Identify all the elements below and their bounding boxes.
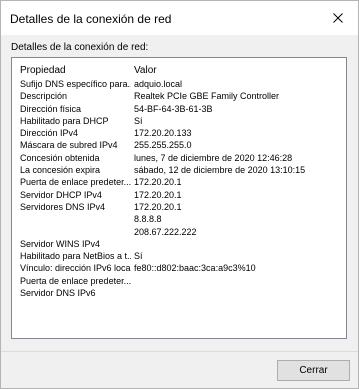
table-row[interactable]: Máscara de subred IPv4 255.255.255.0 xyxy=(12,139,346,151)
table-row[interactable]: Servidores DNS IPv4 172.20.20.1 xyxy=(12,201,346,213)
table-row[interactable]: 208.67.222.222 xyxy=(12,226,346,238)
details-group: Detalles de la conexión de red: Propieda… xyxy=(9,42,348,339)
row-property: Sufijo DNS específico para... xyxy=(20,79,131,89)
network-details-dialog: Detalles de la conexión de red Detalles … xyxy=(0,0,359,389)
close-window-button[interactable] xyxy=(318,1,358,35)
dialog-title: Detalles de la conexión de red xyxy=(10,12,172,26)
column-header-property[interactable]: Propiedad xyxy=(12,65,131,76)
row-value: fe80::d802:baac:3ca:a9c3%10 xyxy=(134,263,256,274)
row-value: 255.255.255.0 xyxy=(134,140,192,151)
table-row[interactable]: Dirección física 54-BF-64-3B-61-3B xyxy=(12,103,346,115)
table-row[interactable]: 8.8.8.8 xyxy=(12,213,346,225)
row-value: Sí xyxy=(134,251,143,262)
row-value: 208.67.222.222 xyxy=(134,226,197,237)
row-property: La concesión expira xyxy=(20,165,101,176)
row-value: adquio.local xyxy=(134,79,183,89)
dialog-footer: Cerrar xyxy=(1,352,358,388)
list-rows: Sufijo DNS específico para... adquio.loca… xyxy=(12,78,346,299)
row-property: Puerta de enlace predeter... xyxy=(20,275,131,286)
row-property: Dirección física xyxy=(20,103,82,114)
row-value: 172.20.20.1 xyxy=(134,189,182,200)
row-property: Vínculo: dirección IPv6 local xyxy=(20,263,131,274)
column-header-value[interactable]: Valor xyxy=(131,65,346,76)
row-property: Descripción xyxy=(20,91,68,102)
row-property: Servidor DNS IPv6 xyxy=(20,288,96,299)
details-group-label: Detalles de la conexión de red: xyxy=(11,42,149,53)
row-property: Puerta de enlace predeter... xyxy=(20,177,131,188)
table-row[interactable]: Vínculo: dirección IPv6 local fe80::d802:… xyxy=(12,262,346,274)
row-property: Concesión obtenida xyxy=(20,152,100,163)
close-button[interactable]: Cerrar xyxy=(277,360,350,381)
list-header: Propiedad Valor xyxy=(12,62,346,78)
row-value: lunes, 7 de diciembre de 2020 12:46:28 xyxy=(134,152,293,163)
table-row[interactable]: Servidor WINS IPv4 xyxy=(12,238,346,250)
row-property: Servidores DNS IPv4 xyxy=(20,201,106,212)
table-row[interactable]: Servidor DHCP IPv4 172.20.20.1 xyxy=(12,189,346,201)
row-value: 54-BF-64-3B-61-3B xyxy=(134,103,213,114)
row-value: 172.20.20.133 xyxy=(134,128,192,139)
row-value: Sí xyxy=(134,115,143,126)
table-row[interactable]: Habilitado para DHCP Sí xyxy=(12,115,346,127)
table-row[interactable]: Servidor DNS IPv6 xyxy=(12,287,346,299)
row-value: 172.20.20.1 xyxy=(134,177,182,188)
table-row[interactable]: Dirección IPv4 172.20.20.133 xyxy=(12,127,346,139)
table-row[interactable]: Concesión obtenida lunes, 7 de diciembre … xyxy=(12,152,346,164)
table-row[interactable]: Sufijo DNS específico para... adquio.loca… xyxy=(12,78,346,90)
table-row[interactable]: Descripción Realtek PCIe GBE Family Contr… xyxy=(12,90,346,102)
row-property: Dirección IPv4 xyxy=(20,128,79,139)
row-property: Habilitado para NetBios a t... xyxy=(20,251,131,262)
row-property: Servidor WINS IPv4 xyxy=(20,238,101,249)
row-property: Servidor DHCP IPv4 xyxy=(20,189,102,200)
row-property: Máscara de subred IPv4 xyxy=(20,140,118,151)
row-value: 172.20.20.1 xyxy=(134,201,182,212)
title-bar: Detalles de la conexión de red xyxy=(1,1,358,35)
table-row[interactable]: Habilitado para NetBios a t... Sí xyxy=(12,250,346,262)
row-value: Realtek PCIe GBE Family Controller xyxy=(134,91,280,102)
table-row[interactable]: Puerta de enlace predeter... xyxy=(12,275,346,287)
row-value: sábado, 12 de diciembre de 2020 13:10:15 xyxy=(134,165,306,176)
table-row[interactable]: La concesión expira sábado, 12 de diciemb… xyxy=(12,164,346,176)
details-list[interactable]: Propiedad Valor Sufijo DNS específico pa… xyxy=(11,57,347,339)
row-value: 8.8.8.8 xyxy=(134,214,162,225)
row-property: Habilitado para DHCP xyxy=(20,115,109,126)
table-row[interactable]: Puerta de enlace predeter... 172.20.20.1 xyxy=(12,176,346,188)
close-icon xyxy=(333,13,343,23)
